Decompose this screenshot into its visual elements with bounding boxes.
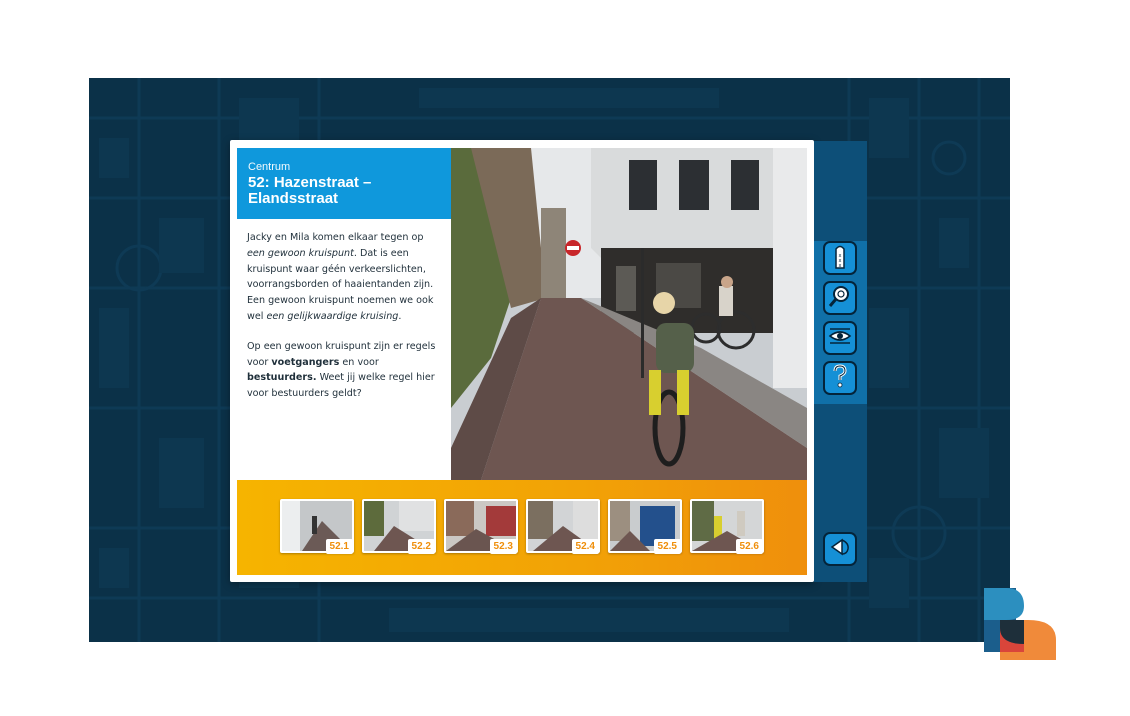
thumbnail-52-2[interactable]: 52.2 [362, 499, 436, 554]
view-button[interactable] [823, 321, 857, 355]
thumbnail-52-6[interactable]: 52.6 [690, 499, 764, 554]
thumbnail-label: 52.3 [489, 539, 517, 554]
back-to-map-button[interactable] [823, 532, 857, 566]
thumbnail-label: 52.6 [735, 539, 763, 554]
question-icon [830, 363, 850, 394]
tool-sidebar: xxx [814, 141, 867, 582]
photo-thumbnail-strip: 52.1 52.2 52.3 52.4 52.5 52.6 [237, 480, 807, 575]
thumbnail-label: 52.4 [571, 539, 599, 554]
lesson-panel: Centrum 52: Hazenstraat – Elandsstraat J… [230, 140, 814, 582]
tool-group: xxx [814, 241, 867, 404]
amsterdam-pole-icon: xxx [829, 243, 851, 274]
navigate-back-icon [828, 535, 852, 564]
intro-paragraph: Jacky en Mila komen elkaar tegen op een … [247, 232, 434, 322]
lesson-header: Centrum 52: Hazenstraat – Elandsstraat [237, 148, 451, 219]
eye-icon [827, 325, 853, 352]
region-label: Centrum [248, 161, 291, 173]
thumbnail-52-1[interactable]: 52.1 [280, 499, 354, 554]
amsterdam-pole-button[interactable]: xxx [823, 241, 857, 275]
lesson-description: Jacky en Mila komen elkaar tegen op een … [247, 230, 443, 416]
thumbnail-52-5[interactable]: 52.5 [608, 499, 682, 554]
thumbnail-52-4[interactable]: 52.4 [526, 499, 600, 554]
svg-text:x: x [839, 263, 842, 269]
thumbnail-label: 52.5 [653, 539, 681, 554]
thumbnail-label: 52.1 [325, 539, 353, 554]
brand-logo [984, 588, 1056, 660]
thumbnail-52-3[interactable]: 52.3 [444, 499, 518, 554]
lesson-title: 52: Hazenstraat – Elandsstraat [248, 174, 372, 207]
street-photo [451, 148, 807, 480]
magnifier-icon [828, 284, 852, 313]
question-paragraph: Op een gewoon kruispunt zijn er regels v… [247, 340, 436, 400]
help-button[interactable] [823, 361, 857, 395]
thumbnail-label: 52.2 [407, 539, 435, 554]
magnifier-button[interactable] [823, 281, 857, 315]
